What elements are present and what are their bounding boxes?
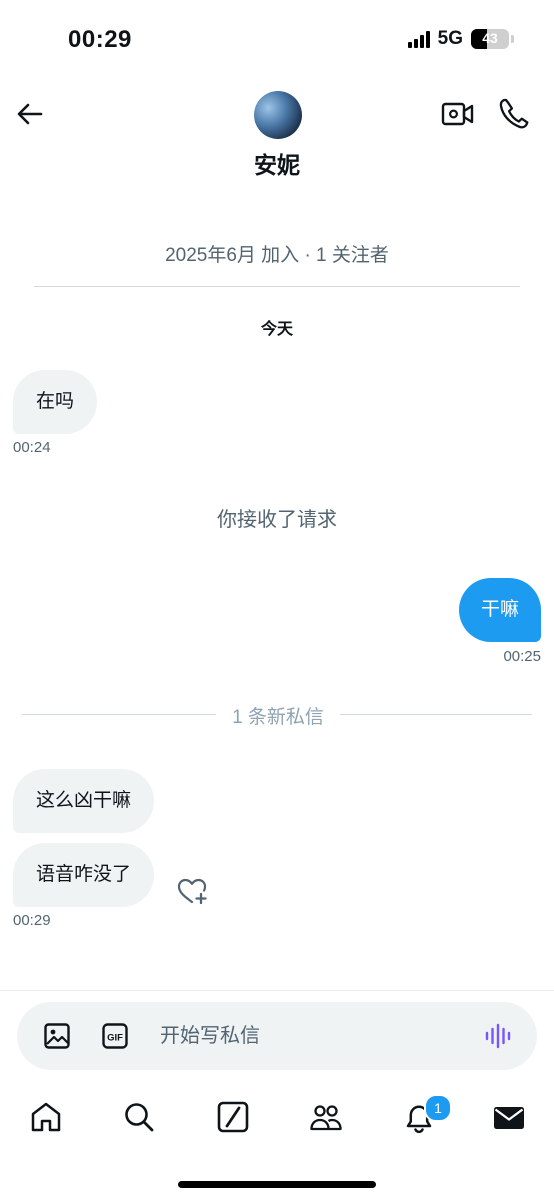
battery-cap — [511, 35, 514, 43]
gif-icon[interactable]: GIF — [101, 1022, 129, 1050]
back-arrow-icon[interactable] — [14, 98, 46, 130]
new-messages-divider: 1 条新私信 — [232, 707, 324, 728]
day-label: 今天 — [260, 321, 293, 338]
phone-icon[interactable] — [498, 97, 530, 131]
network-type: 5G — [437, 28, 463, 49]
search-icon[interactable] — [122, 1100, 156, 1134]
battery-icon: 43 — [471, 29, 509, 49]
voice-message-icon[interactable] — [484, 1022, 512, 1050]
signal-icon — [407, 30, 430, 48]
notification-badge: 1 — [424, 1094, 452, 1122]
home-icon[interactable] — [29, 1100, 63, 1134]
profile-info: 2025年6月 加入 · 1 关注者 — [165, 245, 389, 266]
grok-icon[interactable] — [216, 1100, 250, 1134]
message-bubble-incoming[interactable]: 语音咋没了 — [13, 843, 155, 907]
message-bubble-incoming[interactable]: 这么凶干嘛 — [13, 769, 155, 833]
battery-level: 43 — [482, 30, 498, 46]
message-timestamp: 00:24 — [13, 439, 51, 456]
svg-text:GIF: GIF — [107, 1033, 123, 1044]
message-timestamp: 00:25 — [503, 648, 541, 665]
video-call-icon[interactable] — [441, 99, 475, 129]
message-bubble-outgoing[interactable]: 干嘛 — [458, 578, 541, 642]
contact-name[interactable]: 安妮 — [0, 146, 554, 180]
divider-line — [340, 714, 532, 715]
message-input[interactable] — [160, 1018, 450, 1054]
system-message: 你接收了请求 — [217, 509, 337, 531]
composer-separator — [0, 990, 554, 991]
add-reaction-icon[interactable] — [176, 876, 208, 906]
message-bubble-incoming[interactable]: 在吗 — [13, 370, 98, 434]
communities-icon[interactable] — [309, 1100, 343, 1134]
message-timestamp: 00:29 — [13, 912, 51, 929]
status-indicators: 5G 43 — [407, 28, 514, 50]
divider-line — [22, 714, 216, 715]
messages-envelope-icon[interactable] — [492, 1100, 526, 1134]
avatar[interactable] — [254, 91, 302, 139]
image-icon[interactable] — [43, 1022, 71, 1050]
divider — [34, 286, 520, 287]
status-time: 00:29 — [68, 26, 132, 53]
home-indicator[interactable] — [178, 1181, 376, 1188]
